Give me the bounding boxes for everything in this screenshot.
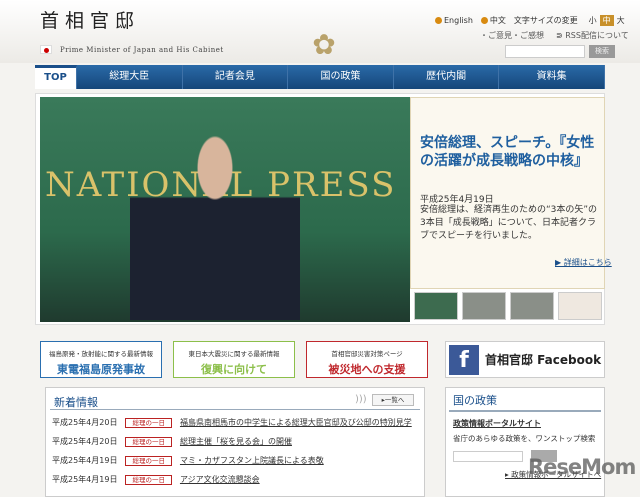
- site-subtitle: Prime Minister of Japan and His Cabinet: [60, 46, 224, 54]
- policy-title: 国の政策: [453, 394, 497, 407]
- search-input[interactable]: [505, 45, 585, 58]
- banner-title: 復興に向けて: [201, 363, 267, 376]
- news-item: 平成25年4月19日 総理の一日 マミ・カザフスタン上院議長による表敬: [52, 455, 324, 466]
- feedback-link[interactable]: ・ご意見・ご感想: [480, 30, 544, 41]
- nav-top[interactable]: TOP: [35, 65, 77, 89]
- font-size-small[interactable]: 小: [586, 15, 600, 26]
- english-link[interactable]: English: [435, 16, 473, 25]
- banner-caption: 首相官邸災害対策ページ: [331, 350, 403, 358]
- main-nav: TOP 総理大臣 記者会見 国の政策 歴代内閣 資料集: [35, 65, 605, 89]
- policy-portal-link[interactable]: 政策情報ポータルサイト: [453, 418, 541, 429]
- banner-title: 東電福島原発事故: [57, 363, 145, 376]
- news-date: 平成25年4月19日: [52, 456, 118, 465]
- policy-search-input[interactable]: [453, 451, 523, 462]
- news-link[interactable]: 福島県南相馬市の中学生による総理大臣官邸及び公邸の特別見学: [180, 417, 412, 428]
- search-button[interactable]: 検索: [589, 45, 615, 58]
- divider: [449, 410, 601, 412]
- thumbnail[interactable]: [558, 292, 602, 320]
- rss-link[interactable]: ⋑ RSS配信について: [556, 30, 629, 41]
- thumbnail[interactable]: [510, 292, 554, 320]
- nav-past-cabinets[interactable]: 歴代内閣: [393, 65, 500, 89]
- news-tag: 総理の一日: [125, 474, 172, 485]
- font-size-large[interactable]: 大: [614, 15, 628, 26]
- news-tag: 総理の一日: [125, 455, 172, 466]
- nav-policy[interactable]: 国の政策: [288, 65, 394, 89]
- details-link[interactable]: ▶ 詳細はこちら: [555, 257, 612, 268]
- thumbnail[interactable]: [414, 292, 458, 320]
- banner-caption: 東日本大震災に関する最新情報: [188, 350, 280, 358]
- english-label: English: [444, 16, 473, 25]
- banner-disaster-support[interactable]: 首相官邸災害対策ページ被災地への支援: [306, 341, 428, 378]
- facebook-icon: f: [449, 344, 479, 375]
- news-list-button[interactable]: ▸一覧へ: [372, 394, 414, 406]
- facebook-banner[interactable]: f 首相官邸 Facebook: [445, 341, 605, 378]
- news-item: 平成25年4月20日 総理の一日 総理主催「桜を見る会」の開催: [52, 436, 292, 447]
- thumbnail[interactable]: [462, 292, 506, 320]
- news-item: 平成25年4月20日 総理の一日 福島県南相馬市の中学生による総理大臣官邸及び公邸の…: [52, 417, 412, 428]
- font-size-medium[interactable]: 中: [599, 15, 614, 26]
- news-title: 新着情報: [54, 396, 98, 409]
- news-link[interactable]: 総理主催「桜を見る会」の開催: [180, 436, 292, 447]
- divider: [50, 409, 420, 410]
- nav-press-conference[interactable]: 記者会見: [182, 65, 289, 89]
- rss-label: RSS配信について: [565, 31, 629, 40]
- japan-flag-icon: [40, 45, 52, 54]
- policy-description: 省庁のあらゆる政策を、ワンストップ検索: [453, 434, 596, 443]
- rss-icon[interactable]: ))): [355, 394, 367, 405]
- hero-title[interactable]: 安倍総理、スピーチ。『女性の活躍が成長戦略の中核』: [420, 134, 600, 170]
- nav-prime-minister[interactable]: 総理大臣: [77, 65, 183, 89]
- news-link[interactable]: マミ・カザフスタン上院議長による表敬: [180, 455, 324, 466]
- news-tag: 総理の一日: [125, 417, 172, 428]
- site-title[interactable]: 首相官邸: [40, 6, 140, 33]
- news-item: 平成25年4月19日 総理の一日 アジア文化交流懇談会: [52, 474, 260, 485]
- news-link[interactable]: アジア文化交流懇談会: [180, 474, 260, 485]
- prime-minister-figure: [130, 130, 300, 320]
- chinese-link[interactable]: 中文: [480, 15, 506, 26]
- banner-title: 被災地への支援: [328, 363, 406, 376]
- news-tag: 総理の一日: [125, 436, 172, 447]
- watermark-logo: ReseMom: [528, 455, 636, 479]
- paulownia-seal-icon: ✿: [312, 28, 336, 61]
- hero-thumbnails: [414, 292, 602, 320]
- news-date: 平成25年4月20日: [52, 437, 118, 446]
- facebook-label: 首相官邸 Facebook: [485, 353, 602, 367]
- chinese-label: 中文: [489, 16, 506, 25]
- language-links: English 中文 文字サイズの変更 小中大: [435, 15, 628, 26]
- banner-caption: 福島原発・放射能に関する最新情報: [49, 350, 153, 358]
- bullet-icon: [435, 17, 442, 24]
- news-date: 平成25年4月19日: [52, 475, 118, 484]
- banner-reconstruction[interactable]: 東日本大震災に関する最新情報復興に向けて: [173, 341, 295, 378]
- bullet-icon: [480, 17, 488, 24]
- news-date: 平成25年4月20日: [52, 418, 118, 427]
- font-size-label: 文字サイズの変更: [513, 16, 578, 25]
- hero-body: 安倍総理は、経済再生のための“3本の矢”の3本目「成長戦略」について、日本記者ク…: [420, 205, 598, 241]
- utility-links: ・ご意見・ご感想 ⋑ RSS配信について: [480, 30, 629, 41]
- banner-fukushima[interactable]: 福島原発・放射能に関する最新情報東電福島原発事故: [40, 341, 162, 378]
- nav-materials[interactable]: 資料集: [499, 65, 605, 89]
